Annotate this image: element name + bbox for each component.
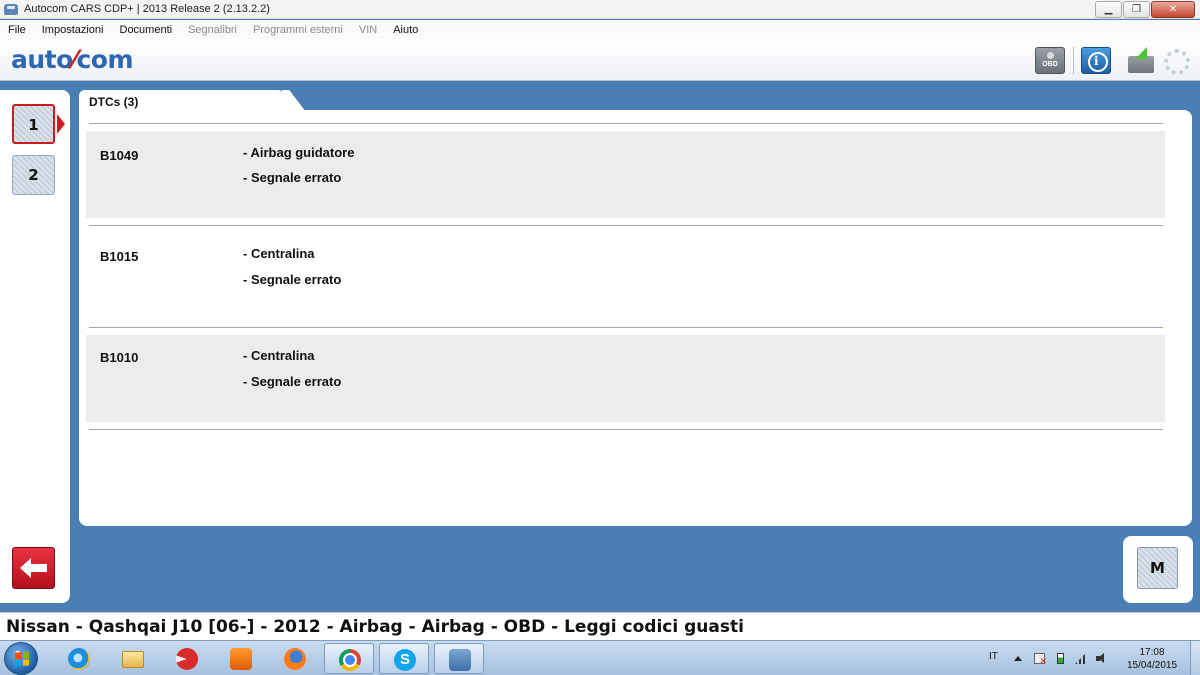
minimize-button[interactable]: ▁	[1095, 1, 1122, 18]
app-icon	[4, 3, 18, 15]
network-signal-icon[interactable]	[1075, 653, 1086, 664]
battery-charge-icon	[1128, 47, 1158, 74]
dtc-description: - Airbag guidatore	[243, 145, 355, 160]
mode-panel: M	[1123, 536, 1193, 603]
dtc-row[interactable]: B1010 - Centralina - Segnale errato	[86, 335, 1165, 422]
taskbar-internet-explorer[interactable]	[54, 643, 104, 674]
folder-icon	[122, 651, 144, 668]
restore-button[interactable]: ❐	[1123, 1, 1150, 18]
menu-vin: VIN	[358, 23, 378, 36]
menu-bar: File Impostazioni Documenti Segnalibri P…	[0, 20, 1200, 39]
language-indicator[interactable]: IT	[989, 651, 998, 675]
dtc-status: - Segnale errato	[243, 374, 342, 389]
dtc-code: B1015	[100, 249, 139, 264]
menu-programmi-esterni: Programmi esterni	[253, 23, 343, 36]
chrome-icon	[339, 649, 361, 671]
taskbar-autocom[interactable]	[434, 643, 484, 674]
dtc-status: - Segnale errato	[243, 170, 342, 185]
taskbar-firefox[interactable]	[270, 643, 320, 674]
menu-aiuto[interactable]: Aiuto	[393, 24, 418, 36]
menu-impostazioni[interactable]: Impostazioni	[42, 24, 104, 36]
logo-text-right: com	[76, 45, 134, 74]
panel-divider	[89, 123, 1163, 124]
step-2-button[interactable]: 2	[12, 155, 55, 195]
battery-icon[interactable]	[1057, 653, 1064, 664]
back-button[interactable]	[12, 547, 55, 589]
menu-documenti[interactable]: Documenti	[120, 24, 173, 36]
windows-taskbar: IT 17:08 15/04/2015	[0, 640, 1200, 675]
row-divider	[89, 429, 1163, 430]
dtc-status: - Segnale errato	[243, 272, 342, 287]
taskbar-skype[interactable]	[379, 643, 429, 674]
internet-explorer-icon	[68, 648, 90, 670]
dtc-description: - Centralina	[243, 246, 315, 261]
row-divider	[89, 225, 1163, 226]
step-1-button[interactable]: 1	[12, 104, 55, 144]
app-header: auto⁄com OBD	[0, 39, 1200, 81]
windows-logo-icon	[15, 651, 29, 667]
start-button[interactable]	[4, 642, 38, 675]
action-center-icon[interactable]	[1034, 653, 1047, 667]
vehicle-path: Nissan - Qashqai J10 [06-] - 2012 - Airb…	[6, 617, 744, 637]
m-button[interactable]: M	[1137, 547, 1178, 589]
active-step-arrow-icon	[57, 114, 65, 134]
media-player-icon	[230, 648, 252, 670]
clock-date: 15/04/2015	[1126, 660, 1178, 671]
row-divider	[89, 327, 1163, 328]
dtc-row[interactable]: B1015 - Centralina - Segnale errato	[86, 233, 1165, 320]
dtc-description: - Centralina	[243, 348, 315, 363]
menu-segnalibri: Segnalibri	[188, 23, 237, 36]
info-icon[interactable]	[1081, 47, 1111, 74]
system-clock[interactable]: 17:08 15/04/2015	[1124, 646, 1180, 672]
taskbar-chrome[interactable]	[324, 643, 374, 674]
status-bar: Nissan - Qashqai J10 [06-] - 2012 - Airb…	[0, 612, 1200, 640]
step-panel: 1 2	[0, 90, 70, 603]
logo-text-left: auto	[11, 45, 73, 74]
dtc-row[interactable]: B1049 - Airbag guidatore - Segnale errat…	[86, 131, 1165, 218]
busy-spinner-icon	[1164, 49, 1190, 75]
window-controls: ▁ ❐ ✕	[1095, 1, 1195, 18]
show-desktop-button[interactable]	[1190, 641, 1200, 675]
show-hidden-icons-icon[interactable]	[1014, 656, 1022, 661]
clock-time: 17:08	[1139, 647, 1165, 658]
menu-file[interactable]: File	[8, 24, 26, 36]
volume-icon[interactable]	[1096, 653, 1107, 664]
taskbar-file-explorer[interactable]	[108, 643, 158, 674]
window-title: Autocom CARS CDP+ | 2013 Release 2 (2.13…	[24, 3, 270, 15]
taskbar-media-player[interactable]	[216, 643, 266, 674]
autocom-logo: auto⁄com	[11, 45, 134, 74]
obd-icon[interactable]: OBD	[1035, 47, 1065, 74]
car-icon	[449, 649, 471, 671]
skype-icon	[394, 649, 416, 671]
obd-label: OBD	[1042, 61, 1058, 68]
dtc-code: B1010	[100, 350, 139, 365]
close-button[interactable]: ✕	[1151, 1, 1195, 18]
taskbar-ccleaner[interactable]	[162, 643, 212, 674]
title-bar: Autocom CARS CDP+ | 2013 Release 2 (2.13…	[0, 0, 1200, 19]
dtc-code: B1049	[100, 148, 139, 163]
firefox-icon	[284, 648, 306, 670]
header-separator	[1073, 47, 1074, 74]
ccleaner-icon	[176, 648, 198, 670]
tab-dtcs-label: DTCs (3)	[89, 95, 139, 109]
